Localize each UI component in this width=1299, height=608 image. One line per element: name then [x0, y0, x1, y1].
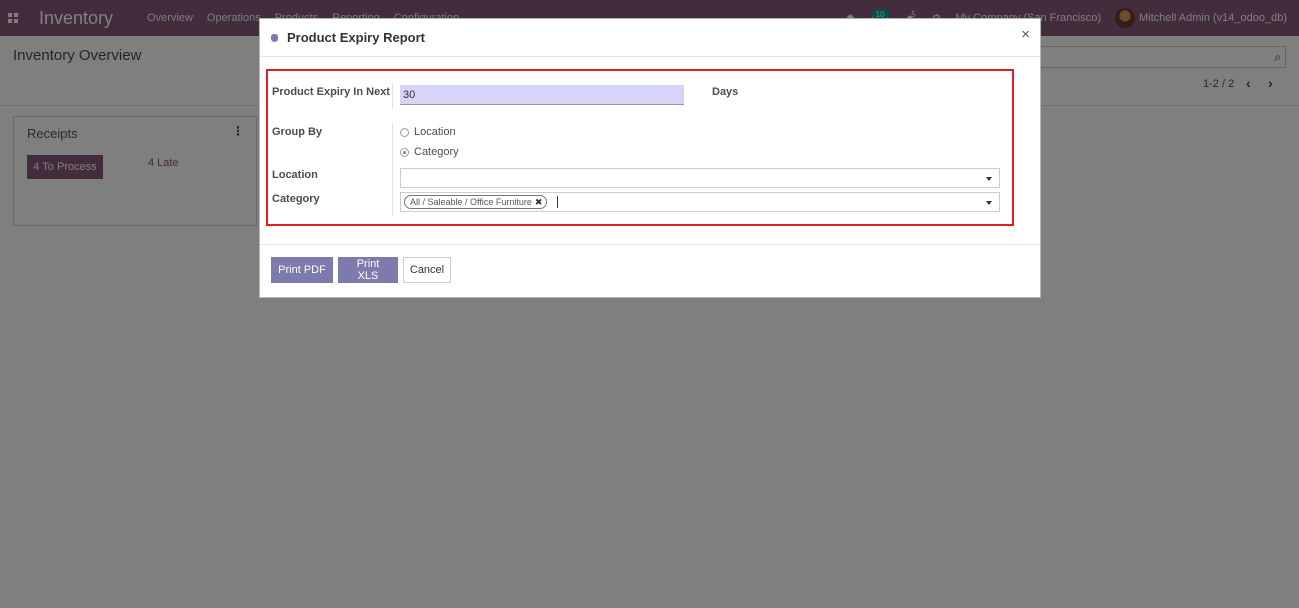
expiry-label: Product Expiry In Next [272, 86, 390, 98]
print-xls-button[interactable]: Print XLS [338, 257, 398, 283]
location-radio-label: Location [414, 126, 456, 138]
modal-footer: Print PDF Print XLS Cancel [260, 244, 1040, 298]
category-tag: All / Saleable / Office Furniture ✖ [404, 195, 548, 209]
cancel-button[interactable]: Cancel [403, 257, 451, 283]
group-by-category-option[interactable]: Category [400, 146, 459, 158]
remove-tag-icon[interactable]: ✖ [535, 197, 543, 208]
field-separator [392, 123, 393, 215]
category-label: Category [272, 193, 320, 205]
product-expiry-dialog: Product Expiry Report × Product Expiry I… [259, 18, 1041, 298]
chevron-down-icon[interactable] [986, 201, 992, 205]
expiry-days-input[interactable] [400, 85, 684, 105]
days-label: Days [712, 86, 739, 98]
text-cursor [557, 196, 558, 208]
category-radio[interactable] [400, 147, 409, 157]
location-select[interactable] [400, 168, 1000, 188]
group-by-location-option[interactable]: Location [400, 126, 456, 138]
category-tag-label: All / Saleable / Office Furniture [410, 197, 532, 207]
location-radio[interactable] [400, 127, 409, 137]
category-radio-label: Category [414, 146, 459, 158]
location-label: Location [272, 169, 318, 181]
modal-title: Product Expiry Report [287, 30, 425, 45]
group-by-label: Group By [272, 126, 323, 138]
print-pdf-button[interactable]: Print PDF [271, 257, 333, 283]
field-separator [392, 83, 393, 109]
chevron-down-icon[interactable] [986, 177, 992, 181]
bug-icon [269, 33, 279, 43]
category-select[interactable]: All / Saleable / Office Furniture ✖ [400, 192, 1000, 212]
report-form: Product Expiry In Next Days Group By Loc… [266, 69, 1014, 226]
modal-header: Product Expiry Report [260, 19, 1040, 57]
close-icon[interactable]: × [1021, 27, 1030, 42]
